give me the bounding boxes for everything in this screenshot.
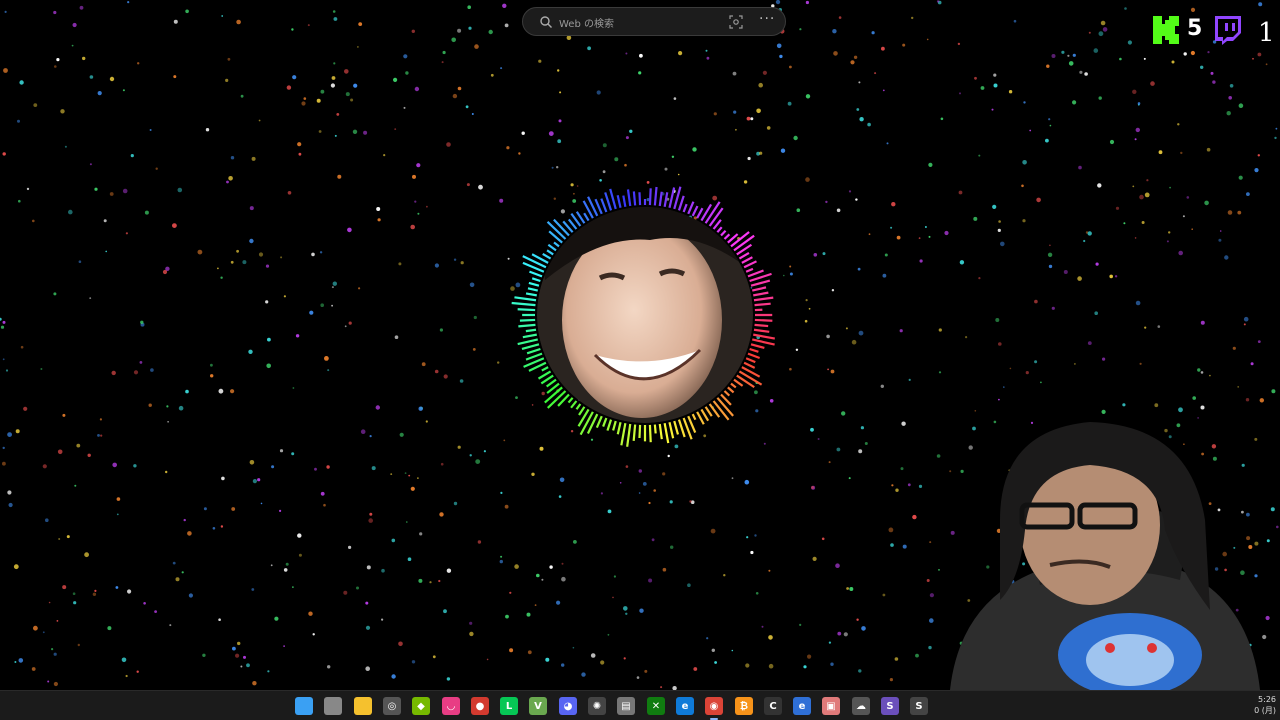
xbox-icon[interactable]: ✕ xyxy=(647,697,665,715)
obs-icon[interactable]: S xyxy=(881,697,899,715)
audio-visualizer xyxy=(511,186,776,447)
bitcoin-icon[interactable]: ₿ xyxy=(735,697,753,715)
webcam-feed xyxy=(950,422,1260,690)
web-search-bar[interactable]: Web の検索 ··· xyxy=(522,7,786,36)
lips-app-icon[interactable]: ◡ xyxy=(442,697,460,715)
browser-icon[interactable]: e xyxy=(793,697,811,715)
line-icon[interactable]: L xyxy=(500,697,518,715)
chrome-icon[interactable]: ◉ xyxy=(705,697,723,720)
search-icon xyxy=(540,16,552,28)
file-explorer-icon[interactable] xyxy=(354,697,372,715)
system-clock[interactable]: 5:26 0 (月) xyxy=(1254,694,1276,716)
visual-search-icon[interactable] xyxy=(729,15,743,29)
kick-icon xyxy=(1153,16,1179,44)
clock-date: 0 (月) xyxy=(1254,706,1276,715)
task-view-icon[interactable] xyxy=(324,697,342,715)
nvidia-icon[interactable]: ◆ xyxy=(412,697,430,715)
record-icon[interactable]: ● xyxy=(471,697,489,715)
windows-taskbar: ◎ ◆ ◡ ● L V ◕ ✺ ▤ ✕ e ◉ ₿ Ce ▣ ☁ S S 5:26 0 (月) xyxy=(0,690,1280,720)
streamer-avatar xyxy=(537,207,753,423)
notepad-icon[interactable]: ▤ xyxy=(617,697,635,715)
app-c-icon[interactable]: C xyxy=(764,697,782,715)
v-app-icon[interactable]: V xyxy=(529,697,547,715)
windows-start-icon[interactable] xyxy=(295,697,313,715)
edge-icon[interactable]: e xyxy=(676,697,694,715)
chrome-dev-icon[interactable]: ◎ xyxy=(383,697,401,715)
clock-time: 5:26 xyxy=(1258,695,1276,704)
chatgpt-icon[interactable]: ✺ xyxy=(588,697,606,715)
image-app-icon[interactable]: ▣ xyxy=(822,697,840,715)
discord-icon[interactable]: ◕ xyxy=(559,697,577,715)
more-options-icon[interactable]: ··· xyxy=(759,11,775,27)
search-placeholder: Web の検索 xyxy=(559,19,614,30)
kick-viewer-count: 5 xyxy=(1187,16,1203,41)
twitch-viewer-count: 1 xyxy=(1258,18,1275,48)
cloud-app-icon[interactable]: ☁ xyxy=(852,697,870,715)
twitch-icon xyxy=(1215,16,1241,45)
overflow-app-icon[interactable]: S xyxy=(910,697,928,715)
